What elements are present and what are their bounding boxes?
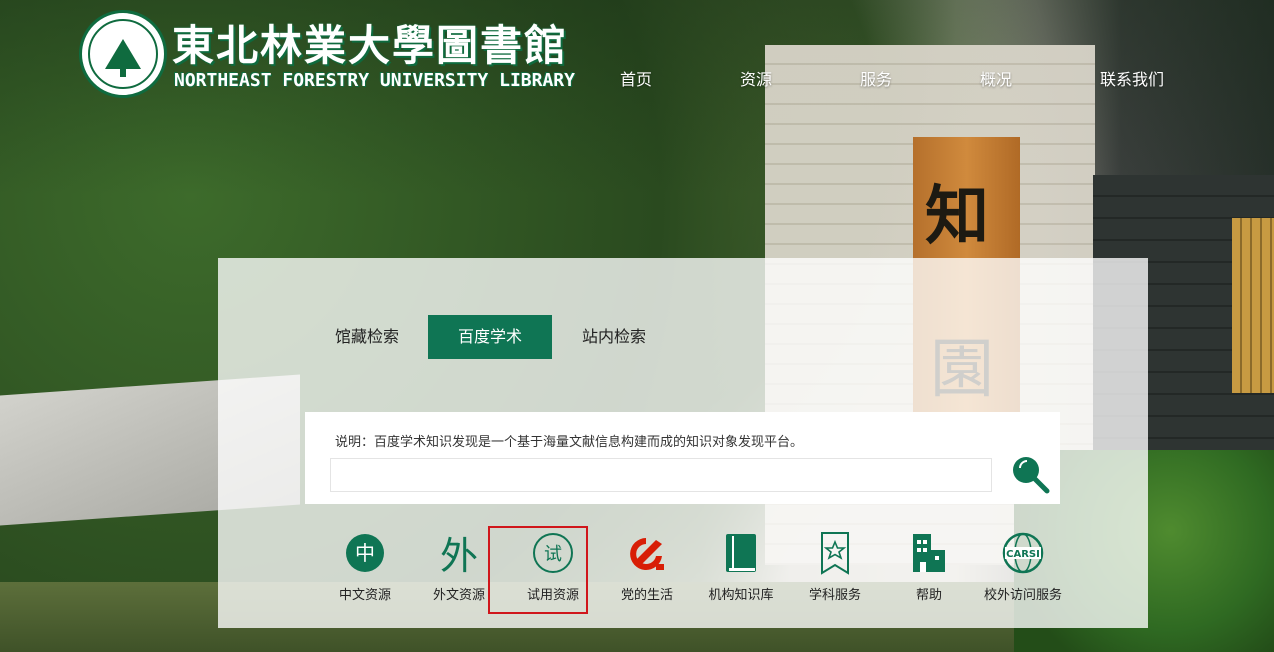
zhong-icon: 中	[346, 534, 384, 572]
link-label: 党的生活	[620, 588, 673, 603]
shi-icon: 试	[533, 533, 573, 573]
svg-text:CARSI: CARSI	[1006, 549, 1040, 560]
link-subject-services[interactable]: 学科服务	[788, 528, 882, 603]
link-institutional-repository[interactable]: 机构知识库	[694, 528, 788, 603]
search-panel: 馆藏检索 百度学术 站内检索 说明：百度学术知识发现是一个基于海量文献信息构建而…	[218, 258, 1148, 628]
link-label: 试用资源	[526, 588, 579, 603]
link-trial-resources[interactable]: 试 试用资源	[506, 528, 600, 603]
book-icon	[726, 534, 756, 572]
link-offcampus-access[interactable]: CARSI 校外访问服务	[976, 528, 1070, 603]
main-nav: 首页 资源 服务 概况 联系我们	[620, 66, 1220, 90]
nav-home[interactable]: 首页	[620, 66, 740, 90]
tree-icon	[105, 39, 141, 77]
svg-text:试: 试	[544, 544, 562, 565]
quick-links: 中 中文资源 外 外文资源 试 试用资源 党的生活 机构知识库 学科服务 帮助 …	[318, 528, 1070, 603]
link-label: 中文资源	[338, 588, 391, 603]
search-input[interactable]	[330, 458, 992, 492]
link-label: 帮助	[915, 588, 942, 603]
nav-overview[interactable]: 概况	[980, 66, 1100, 90]
nav-resources[interactable]: 资源	[740, 66, 860, 90]
link-label: 校外访问服务	[983, 588, 1062, 603]
link-chinese-resources[interactable]: 中 中文资源	[318, 528, 412, 603]
logo-emblem	[88, 19, 158, 89]
magnifier-icon	[1013, 457, 1050, 494]
bookmark-star-icon	[821, 532, 849, 575]
link-party-life[interactable]: 党的生活	[600, 528, 694, 603]
party-emblem-icon	[630, 538, 664, 570]
carsi-globe-icon: CARSI	[1002, 532, 1044, 574]
svg-text:中: 中	[355, 541, 375, 565]
search-note: 说明：百度学术知识发现是一个基于海量文献信息构建而成的知识对象发现平台。	[335, 435, 804, 450]
nav-contact[interactable]: 联系我们	[1100, 66, 1220, 90]
tab-baidu-scholar[interactable]: 百度学术	[428, 315, 553, 359]
library-logo[interactable]	[79, 10, 167, 98]
nav-services[interactable]: 服务	[860, 66, 980, 90]
wai-icon: 外	[440, 534, 478, 575]
brand-title-cn: 東北林業大學圖書館	[172, 21, 569, 70]
tab-site-search[interactable]: 站内检索	[562, 315, 666, 359]
search-button[interactable]	[1010, 454, 1050, 494]
sign-char-1: 知	[925, 179, 989, 254]
link-label: 机构知识库	[708, 588, 774, 603]
link-label: 学科服务	[808, 588, 861, 603]
bamboo-decoration	[1232, 218, 1274, 393]
search-tabs: 馆藏检索 百度学术 站内检索	[218, 315, 666, 359]
link-foreign-resources[interactable]: 外 外文资源	[412, 528, 506, 603]
link-label: 外文资源	[432, 588, 485, 603]
search-box: 说明：百度学术知识发现是一个基于海量文献信息构建而成的知识对象发现平台。	[305, 412, 1060, 504]
brand-title-en: NORTHEAST FORESTRY UNIVERSITY LIBRARY	[174, 70, 575, 91]
building-icon	[913, 534, 945, 572]
link-help[interactable]: 帮助	[882, 528, 976, 603]
tab-catalog-search[interactable]: 馆藏检索	[315, 315, 419, 359]
svg-text:外: 外	[440, 534, 478, 575]
